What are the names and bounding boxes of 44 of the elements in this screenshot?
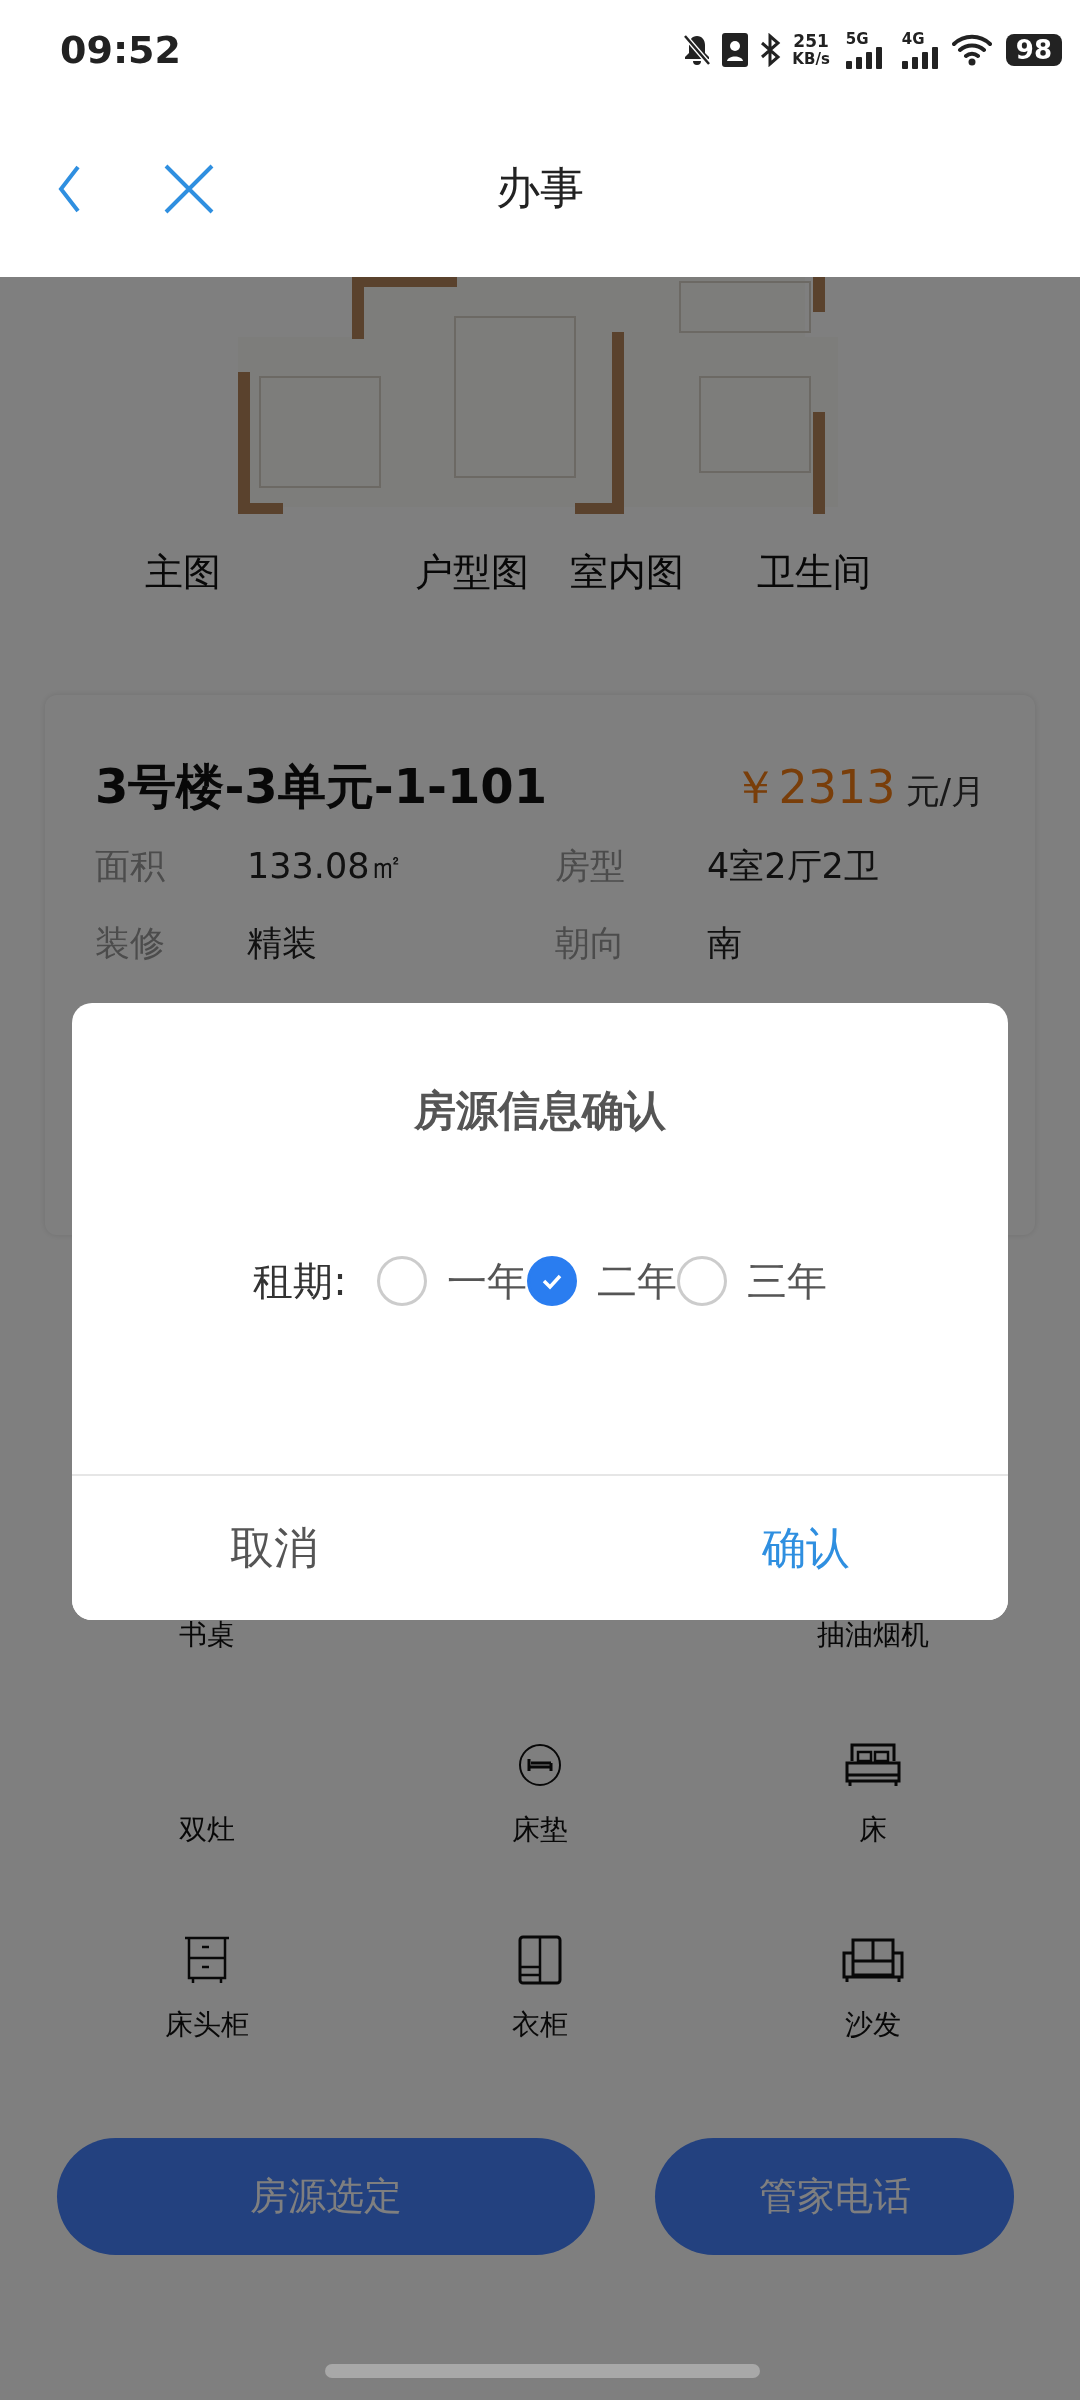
status-time: 09:52 (60, 28, 181, 72)
close-icon[interactable] (164, 163, 214, 214)
bell-muted-icon (682, 33, 713, 67)
rent-price: ￥2313 (732, 759, 896, 816)
contact-card-icon (722, 33, 749, 67)
amenity-label: 衣柜 (512, 2007, 568, 2043)
bluetooth-icon (758, 33, 783, 67)
bed-icon (518, 1743, 562, 1787)
radio-button[interactable] (376, 1256, 427, 1306)
dialog-title: 房源信息确认 (413, 1085, 667, 1137)
spec-value: 4室2厅2卫 (707, 845, 879, 888)
gallery-tab[interactable]: 卫生间 (757, 547, 871, 598)
wardrobe-icon (518, 1935, 562, 1985)
amenity-label: 床头柜 (164, 2007, 249, 2043)
gallery-tab[interactable]: 主图 (145, 547, 221, 598)
network-type: 4G (901, 31, 925, 47)
back-icon[interactable] (58, 164, 82, 213)
spec-value: 南 (707, 922, 742, 965)
sofa-icon (841, 1937, 906, 1983)
radio-button[interactable] (676, 1256, 727, 1306)
gallery-tab[interactable]: 室内图 (570, 547, 684, 598)
amenity-label: 沙发 (845, 2007, 902, 2043)
radio-button[interactable] (526, 1256, 577, 1306)
wifi-icon (951, 34, 992, 66)
page-title: 办事 (496, 161, 584, 215)
radio-label[interactable]: 二年 (596, 1253, 677, 1309)
bed-icon (844, 1741, 903, 1789)
amenity-label: 抽油烟机 (817, 1617, 930, 1653)
amenity-label: 床垫 (512, 1812, 568, 1848)
price-unit: 元/月 (905, 770, 985, 813)
listing-title: 3号楼-3单元-1-101 (95, 757, 549, 816)
spec-value: 精装 (247, 922, 317, 965)
network-type: 5G (845, 31, 869, 47)
radio-label[interactable]: 三年 (746, 1253, 827, 1309)
amenity-label: 床 (859, 1812, 888, 1848)
amenity-label: 书桌 (178, 1617, 235, 1653)
nightstand-icon (182, 1935, 231, 1985)
radio-label[interactable]: 一年 (446, 1253, 527, 1309)
amenity-label: 双灶 (178, 1812, 235, 1848)
battery-level: 98 (1005, 34, 1062, 66)
spec-value: 133.08㎡ (247, 845, 405, 888)
lease-term-label: 租期: (253, 1256, 347, 1306)
gallery-tab[interactable]: 户型图 (415, 547, 529, 598)
network-speed: 251 KB/s (792, 32, 830, 68)
